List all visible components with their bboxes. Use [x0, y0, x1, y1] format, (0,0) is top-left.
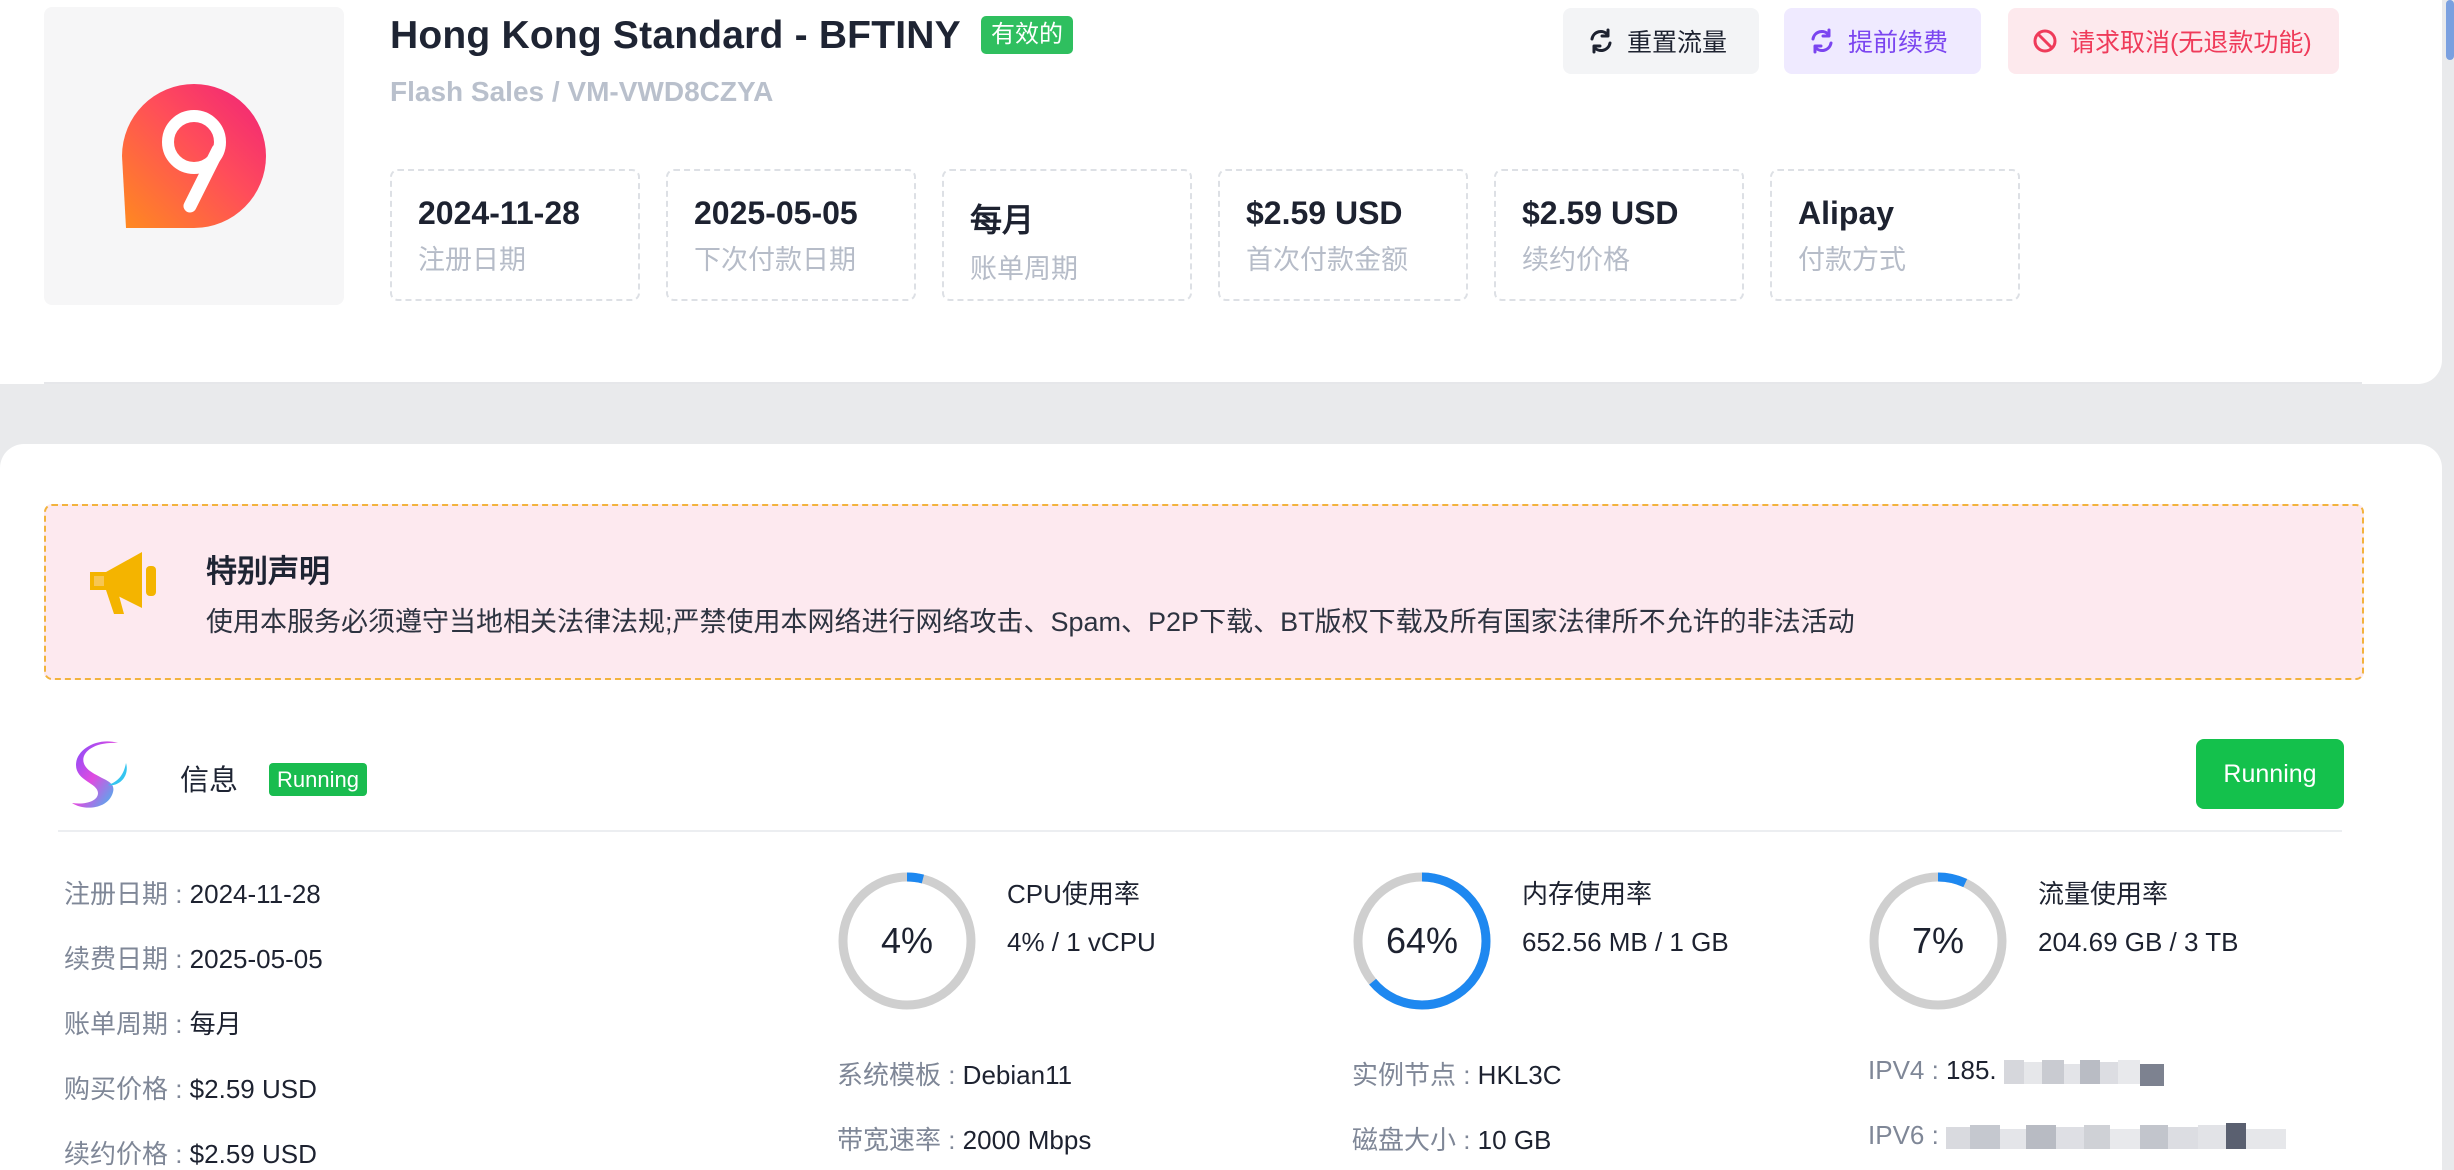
nine-logo-icon: [122, 84, 266, 228]
notice-title: 特别声明: [206, 554, 330, 589]
info-section-title: 信息: [180, 765, 239, 797]
stat-value: 每月: [970, 202, 1035, 238]
stat-value: 2024-11-28: [418, 195, 580, 231]
traffic-usage-value: 204.69 GB / 3 TB: [2038, 927, 2239, 957]
redacted-ip: [2003, 1058, 2164, 1087]
megaphone-icon: [90, 552, 156, 614]
spec-ipv4: IPV4 : 185.: [1868, 1055, 2164, 1087]
detail-value: 2024-11-28: [189, 879, 321, 909]
spec-value: 185.: [1946, 1055, 1997, 1085]
stat-label: 账单周期: [970, 254, 1078, 284]
ban-icon: [2032, 28, 2058, 54]
stat-next-payment: 2025-05-05 下次付款日期: [666, 169, 916, 301]
traffic-usage-gauge: 7%: [1866, 869, 2010, 1013]
breadcrumb: Flash Sales / VM-VWD8CZYA: [390, 76, 774, 107]
stat-value: 2025-05-05: [694, 195, 858, 231]
detail-key: 账单周期 :: [64, 1009, 190, 1039]
stat-label: 下次付款日期: [694, 245, 856, 275]
detail-key: 注册日期 :: [64, 879, 190, 909]
renew-early-label: 提前续费: [1848, 29, 1949, 57]
gauge-percent: 64%: [1385, 920, 1459, 961]
spec-value: 10 GB: [1477, 1125, 1552, 1155]
detail-key: 续费日期 :: [64, 944, 190, 974]
stat-payment-method: Alipay 付款方式: [1770, 169, 2020, 301]
spec-key: IPV4 :: [1868, 1055, 1947, 1085]
memory-usage-gauge: 64%: [1350, 869, 1494, 1013]
detail-value: 2025-05-05: [189, 944, 323, 974]
stat-label: 注册日期: [418, 245, 526, 275]
spec-key: 带宽速率 :: [837, 1125, 963, 1155]
reset-traffic-label: 重置流量: [1627, 29, 1728, 57]
redacted-ip: [1946, 1123, 2287, 1151]
spec-value: HKL3C: [1477, 1060, 1562, 1090]
memory-usage-value: 652.56 MB / 1 GB: [1522, 927, 1729, 957]
running-button[interactable]: Running: [2196, 739, 2344, 809]
spec-key: IPV6 :: [1868, 1120, 1947, 1150]
renew-early-button[interactable]: 提前续费: [1784, 8, 1981, 74]
memory-usage-label: 内存使用率: [1522, 879, 1653, 909]
detail-key: 购买价格 :: [64, 1074, 190, 1104]
detail-value: 每月: [189, 1009, 242, 1039]
detail-registration-date: 注册日期 : 2024-11-28: [64, 874, 321, 911]
detail-renewal-date: 续费日期 : 2025-05-05: [64, 939, 323, 976]
spec-value: Debian11: [962, 1060, 1073, 1090]
spec-value: 2000 Mbps: [962, 1125, 1092, 1155]
stat-label: 付款方式: [1798, 245, 1906, 275]
product-logo-box: [44, 7, 344, 305]
stat-registration-date: 2024-11-28 注册日期: [390, 169, 640, 301]
refresh-icon: [1587, 27, 1615, 55]
stat-label: 续约价格: [1522, 245, 1630, 275]
detail-value: $2.59 USD: [189, 1139, 317, 1169]
brand-logo-icon: [68, 737, 136, 822]
stat-label: 首次付款金额: [1246, 245, 1408, 275]
spec-disk-size: 磁盘大小 : 10 GB: [1352, 1120, 1551, 1157]
cpu-usage-value: 4% / 1 vCPU: [1007, 927, 1156, 957]
cpu-usage-gauge: 4%: [835, 869, 979, 1013]
refresh-icon: [1808, 27, 1836, 55]
request-cancel-button[interactable]: 请求取消(无退款功能): [2008, 8, 2339, 74]
spec-bandwidth: 带宽速率 : 2000 Mbps: [837, 1120, 1091, 1157]
page-title: Hong Kong Standard - BFTINY: [390, 14, 961, 57]
scrollbar[interactable]: [2446, 0, 2454, 60]
stat-billing-cycle: 每月 账单周期: [942, 169, 1192, 301]
traffic-usage-label: 流量使用率: [2038, 879, 2169, 909]
detail-billing-cycle: 账单周期 : 每月: [64, 1004, 242, 1041]
stat-renewal-price: $2.59 USD 续约价格: [1494, 169, 1744, 301]
spec-os-template: 系统模板 : Debian11: [837, 1055, 1072, 1092]
spec-key: 实例节点 :: [1352, 1060, 1478, 1090]
divider: [58, 830, 2342, 832]
spec-instance-node: 实例节点 : HKL3C: [1352, 1055, 1562, 1092]
notice-text: 使用本服务必须遵守当地相关法律法规;严禁使用本网络进行网络攻击、Spam、P2P…: [206, 607, 1855, 637]
detail-renewal-price: 续约价格 : $2.59 USD: [64, 1134, 317, 1170]
stat-value: Alipay: [1798, 195, 1895, 231]
detail-purchase-price: 购买价格 : $2.59 USD: [64, 1069, 317, 1106]
spec-key: 磁盘大小 :: [1352, 1125, 1478, 1155]
gauge-percent: 7%: [1911, 920, 1965, 961]
running-status-badge: Running: [269, 763, 367, 796]
divider: [44, 382, 2362, 384]
special-notice: 特别声明 使用本服务必须遵守当地相关法律法规;严禁使用本网络进行网络攻击、Spa…: [44, 504, 2364, 680]
stat-first-payment: $2.59 USD 首次付款金额: [1218, 169, 1468, 301]
detail-value: $2.59 USD: [189, 1074, 317, 1104]
stat-value: $2.59 USD: [1522, 195, 1679, 231]
reset-traffic-button[interactable]: 重置流量: [1563, 8, 1759, 74]
spec-ipv6: IPV6 :: [1868, 1120, 2287, 1151]
status-badge: 有效的: [981, 16, 1073, 54]
spec-key: 系统模板 :: [837, 1060, 963, 1090]
detail-key: 续约价格 :: [64, 1139, 190, 1169]
request-cancel-label: 请求取消(无退款功能): [2070, 29, 2312, 57]
gauge-percent: 4%: [880, 920, 934, 961]
stat-value: $2.59 USD: [1246, 195, 1403, 231]
cpu-usage-label: CPU使用率: [1007, 879, 1140, 909]
